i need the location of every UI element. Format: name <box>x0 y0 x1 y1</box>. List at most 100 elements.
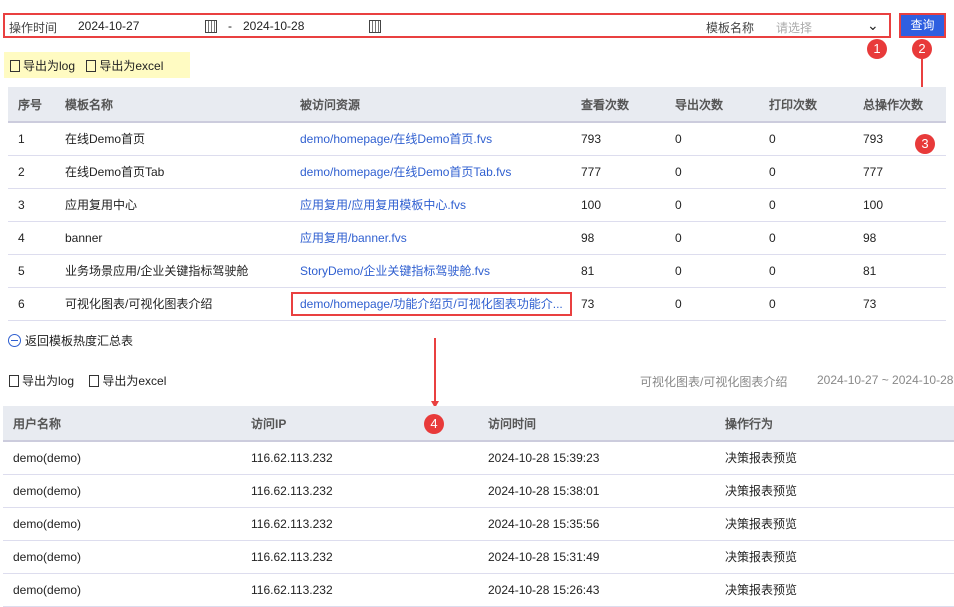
chevron-down-icon[interactable]: ⌄ <box>867 17 879 34</box>
annotation-badge-4: 4 <box>424 414 444 434</box>
export-log-label: 导出为log <box>22 374 75 388</box>
table-row[interactable]: demo(demo) 116.62.113.232 2024-10-28 15:39… <box>3 441 954 475</box>
table-cell: 2024-10-28 15:31:49 <box>478 540 715 574</box>
export-excel-label: 导出为excel <box>99 59 164 73</box>
table-cell: 0 <box>759 221 853 255</box>
table-row[interactable]: 2 在线Demo首页Tab demo/homepage/在线Demo首页Tab.fv… <box>8 155 946 189</box>
table-row[interactable]: demo(demo) 116.62.113.232 2024-10-28 15:31… <box>3 540 954 574</box>
column-header: 序号 <box>8 87 55 123</box>
arrow-line <box>434 338 436 402</box>
table-cell: 2024-10-28 15:35:56 <box>478 507 715 541</box>
table-row[interactable]: 1 在线Demo首页 demo/homepage/在线Demo首页.fvs 793 0 0… <box>8 122 946 156</box>
back-link[interactable]: 返回模板热度汇总表 <box>8 332 133 349</box>
table-cell: 100 <box>853 188 946 222</box>
table-cell: 98 <box>853 221 946 255</box>
table-cell: 0 <box>665 155 759 189</box>
resource-link[interactable]: demo/homepage/在线Demo首页Tab.fvs <box>290 155 571 189</box>
table-cell: demo(demo) <box>3 474 241 508</box>
table-cell: 0 <box>759 254 853 288</box>
column-header: 被访问资源 <box>290 87 571 123</box>
table-cell: 73 <box>853 287 946 321</box>
export-log-button[interactable]: 导出为log <box>9 372 74 389</box>
column-header: 查看次数 <box>571 87 665 123</box>
table-cell: 0 <box>665 188 759 222</box>
column-header: 访问时间 <box>478 406 715 442</box>
table-row[interactable]: 4 banner 应用复用/banner.fvs 98 0 0 98 <box>8 221 946 255</box>
table-cell: 81 <box>853 254 946 288</box>
time-label: 操作时间 <box>9 21 58 35</box>
table-cell: 2 <box>8 155 55 189</box>
table-cell: 2024-10-28 15:38:01 <box>478 474 715 508</box>
excel-icon <box>89 374 100 387</box>
export-excel-button[interactable]: 导出为excel <box>86 57 163 74</box>
table-cell: 2024-10-28 15:39:23 <box>478 441 715 475</box>
excel-icon <box>86 59 97 72</box>
table-cell: 3 <box>8 188 55 222</box>
table-cell: 777 <box>571 155 665 189</box>
table-cell: 可视化图表/可视化图表介绍 <box>55 287 290 321</box>
start-date-input[interactable]: 2024-10-27 <box>78 19 139 33</box>
query-button[interactable]: 查询 <box>899 13 946 38</box>
resource-link[interactable]: 应用复用/banner.fvs <box>290 221 571 255</box>
table-cell: 793 <box>853 122 946 156</box>
table-row[interactable]: demo(demo) 116.62.113.232 2024-10-28 15:35… <box>3 507 954 541</box>
detail-export-toolbar: 导出为log 导出为excel <box>9 372 174 390</box>
table-cell: demo(demo) <box>3 540 241 574</box>
table-cell: 116.62.113.232 <box>241 507 478 541</box>
annotation-badge-2: 2 <box>912 39 932 59</box>
table-row[interactable]: demo(demo) 116.62.113.232 2024-10-28 15:26… <box>3 573 954 607</box>
template-label: 模板名称 <box>706 21 755 35</box>
table-cell: 0 <box>759 155 853 189</box>
table-cell: 116.62.113.232 <box>241 441 478 475</box>
table-cell: 98 <box>571 221 665 255</box>
table-cell: 决策报表预览 <box>715 573 954 607</box>
column-header: 打印次数 <box>759 87 853 123</box>
detail-date-range: 2024-10-27 ~ 2024-10-28 <box>817 373 954 387</box>
resource-link[interactable]: demo/homepage/在线Demo首页.fvs <box>290 122 571 156</box>
export-log-button[interactable]: 导出为log <box>10 57 75 74</box>
table-row[interactable]: 5 业务场景应用/企业关键指标驾驶舱 StoryDemo/企业关键指标驾驶舱.fvs… <box>8 254 946 288</box>
resource-link[interactable]: 应用复用/应用复用模板中心.fvs <box>290 188 571 222</box>
table-cell: 793 <box>571 122 665 156</box>
table-cell: 2024-10-28 15:26:43 <box>478 573 715 607</box>
table-cell: 6 <box>8 287 55 321</box>
table-cell: 决策报表预览 <box>715 540 954 574</box>
export-excel-button[interactable]: 导出为excel <box>89 372 166 389</box>
table-cell: 116.62.113.232 <box>241 540 478 574</box>
column-header: 操作行为 <box>715 406 954 442</box>
table-cell: demo(demo) <box>3 507 241 541</box>
table-cell: 116.62.113.232 <box>241 573 478 607</box>
table-cell: 5 <box>8 254 55 288</box>
minus-circle-icon <box>8 334 21 347</box>
table-row[interactable]: 3 应用复用中心 应用复用/应用复用模板中心.fvs 100 0 0 100 <box>8 188 946 222</box>
column-header: 导出次数 <box>665 87 759 123</box>
table-cell: 777 <box>853 155 946 189</box>
filter-bar: 操作时间 2024-10-27 - 2024-10-28 模板名称 请选择 ⌄ <box>3 13 891 38</box>
date-separator: - <box>228 19 232 33</box>
table-cell: 决策报表预览 <box>715 507 954 541</box>
table-cell: 0 <box>759 287 853 321</box>
column-header: 总操作次数 <box>853 87 946 123</box>
column-header: 模板名称 <box>55 87 290 123</box>
calendar-icon[interactable] <box>369 20 381 33</box>
table-cell: 决策报表预览 <box>715 441 954 475</box>
table-cell: 决策报表预览 <box>715 474 954 508</box>
end-date-input[interactable]: 2024-10-28 <box>243 19 304 33</box>
table-row[interactable]: demo(demo) 116.62.113.232 2024-10-28 15:38… <box>3 474 954 508</box>
table-cell: 0 <box>665 287 759 321</box>
log-icon <box>10 59 20 72</box>
table-cell: 0 <box>665 221 759 255</box>
table-cell: 116.62.113.232 <box>241 474 478 508</box>
calendar-icon[interactable] <box>205 20 217 33</box>
column-header: 用户名称 <box>3 406 241 442</box>
table-cell: 0 <box>665 254 759 288</box>
resource-link[interactable]: StoryDemo/企业关键指标驾驶舱.fvs <box>290 254 571 288</box>
table-cell: 1 <box>8 122 55 156</box>
table-cell: 在线Demo首页 <box>55 122 290 156</box>
template-select[interactable]: 请选择 <box>776 19 812 36</box>
table-cell: 100 <box>571 188 665 222</box>
access-detail-table: 用户名称 访问IP 访问时间 操作行为 demo(demo) 116.62.113.232… <box>3 406 954 607</box>
table-header-row: 序号 模板名称 被访问资源 查看次数 导出次数 打印次数 总操作次数 <box>8 87 946 123</box>
table-cell: demo(demo) <box>3 441 241 475</box>
annotation-badge-1: 1 <box>867 39 887 59</box>
